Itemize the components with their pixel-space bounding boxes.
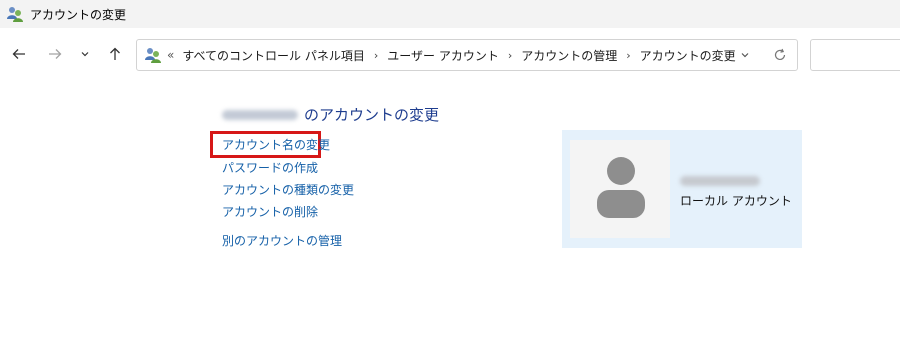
recent-locations-button[interactable] <box>72 28 98 80</box>
forward-button[interactable] <box>42 28 68 80</box>
account-name-redacted <box>680 176 760 186</box>
address-bar[interactable]: « すべてのコントロール パネル項目 › ユーザー アカウント › アカウントの… <box>136 39 798 71</box>
arrow-right-icon <box>49 49 62 59</box>
main-content: のアカウントの変更 アカウント名の変更 パスワードの作成 アカウントの種類の変更… <box>0 80 900 350</box>
account-type: ローカル アカウント <box>680 194 792 208</box>
breadcrumb: « すべてのコントロール パネル項目 › ユーザー アカウント › アカウントの… <box>167 40 736 70</box>
manage-another-account-link[interactable]: 別のアカウントの管理 <box>222 232 342 249</box>
chevron-down-icon[interactable] <box>739 49 751 61</box>
breadcrumb-overflow[interactable]: « <box>167 48 174 62</box>
title-bar: アカウントの変更 <box>0 0 900 28</box>
back-button[interactable] <box>6 28 32 80</box>
breadcrumb-all-control-panel-items[interactable]: すべてのコントロール パネル項目 <box>182 47 365 64</box>
up-button[interactable] <box>102 28 128 80</box>
refresh-icon[interactable] <box>773 48 787 62</box>
chevron-down-icon <box>81 52 89 57</box>
users-control-panel-icon <box>7 7 23 22</box>
window-title: アカウントの変更 <box>30 8 127 22</box>
users-control-panel-icon <box>145 48 161 63</box>
page-title-text: のアカウントの変更 <box>304 106 440 124</box>
search-input[interactable] <box>810 39 900 71</box>
breadcrumb-change-account[interactable]: アカウントの変更 <box>640 47 736 64</box>
breadcrumb-manage-accounts[interactable]: アカウントの管理 <box>521 47 617 64</box>
change-account-name-link[interactable]: アカウント名の変更 <box>222 136 330 153</box>
arrow-up-icon <box>110 47 120 60</box>
arrow-left-icon <box>12 49 25 59</box>
user-avatar-icon <box>597 157 645 218</box>
delete-account-link[interactable]: アカウントの削除 <box>222 203 318 220</box>
account-name-redacted <box>222 109 298 120</box>
breadcrumb-user-accounts[interactable]: ユーザー アカウント <box>387 47 499 64</box>
account-card: ローカル アカウント <box>562 130 802 248</box>
navigation-bar: « すべてのコントロール パネル項目 › ユーザー アカウント › アカウントの… <box>0 28 900 80</box>
breadcrumb-separator[interactable]: › <box>508 49 512 62</box>
page-title: のアカウントの変更 <box>222 104 439 125</box>
create-password-link[interactable]: パスワードの作成 <box>222 159 318 176</box>
avatar <box>570 140 670 238</box>
change-account-type-link[interactable]: アカウントの種類の変更 <box>222 181 354 198</box>
breadcrumb-separator[interactable]: › <box>626 49 630 62</box>
breadcrumb-separator[interactable]: › <box>374 49 378 62</box>
